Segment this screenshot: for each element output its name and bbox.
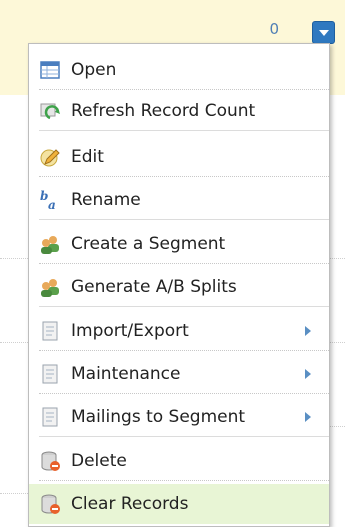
menu-item-label: Generate A/B Splits	[71, 276, 237, 297]
menu-item-import-export[interactable]: Import/Export	[39, 311, 329, 351]
menu-item-label: Mailings to Segment	[71, 406, 246, 427]
users-icon	[39, 233, 61, 255]
menu-item-open[interactable]: Open	[39, 50, 329, 90]
clear-icon	[39, 493, 61, 515]
context-menu: Open Refresh Record Count Edit b a Renam…	[28, 43, 330, 527]
record-count: 0	[269, 20, 279, 38]
document-icon	[39, 320, 61, 342]
menu-item-label: Edit	[71, 146, 104, 167]
menu-item-maintenance[interactable]: Maintenance	[39, 354, 329, 394]
menu-item-label: Create a Segment	[71, 233, 226, 254]
menu-item-label: Open	[71, 59, 117, 80]
submenu-arrow-icon	[305, 412, 311, 422]
pencil-icon	[39, 146, 61, 168]
menu-item-clear-records[interactable]: Clear Records	[29, 484, 329, 524]
document-icon	[39, 406, 61, 428]
menu-item-label: Rename	[71, 189, 141, 210]
table-icon	[39, 59, 61, 81]
menu-item-label: Clear Records	[71, 494, 189, 514]
menu-item-delete[interactable]: Delete	[39, 441, 329, 481]
submenu-arrow-icon	[305, 326, 311, 336]
rename-icon: b a	[39, 189, 61, 212]
submenu-arrow-icon	[305, 369, 311, 379]
users-icon	[39, 276, 61, 298]
document-icon	[39, 363, 61, 385]
menu-item-mailings-to-segment[interactable]: Mailings to Segment	[39, 397, 329, 437]
menu-item-generate-ab-splits[interactable]: Generate A/B Splits	[39, 267, 329, 307]
menu-item-refresh-record-count[interactable]: Refresh Record Count	[39, 91, 329, 131]
delete-icon	[39, 450, 61, 472]
menu-item-label: Refresh Record Count	[71, 100, 256, 121]
menu-item-label: Maintenance	[71, 363, 181, 384]
svg-text:a: a	[48, 198, 56, 211]
menu-item-edit[interactable]: Edit	[39, 137, 329, 177]
menu-item-rename[interactable]: b a Rename	[39, 180, 329, 220]
menu-item-label: Import/Export	[71, 320, 189, 341]
menu-item-create-a-segment[interactable]: Create a Segment	[39, 224, 329, 264]
menu-item-label: Delete	[71, 450, 127, 471]
dropdown-toggle-button[interactable]	[312, 21, 335, 44]
refresh-icon	[39, 100, 61, 122]
